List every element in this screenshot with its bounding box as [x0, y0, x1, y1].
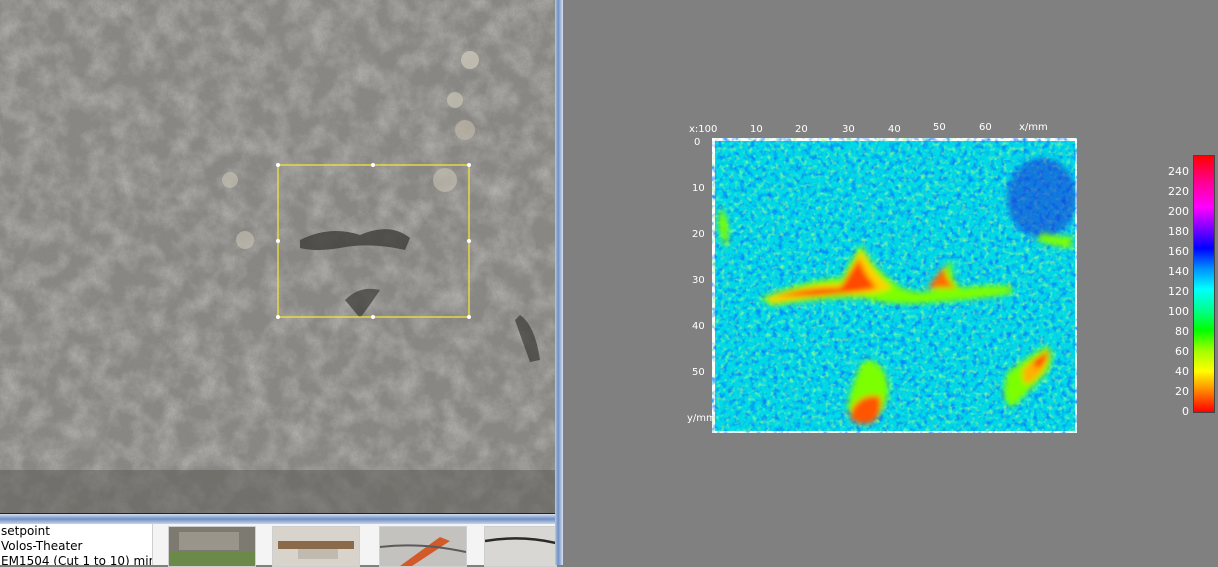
colorbar-tick-80: 80	[1175, 325, 1189, 338]
colorbar-tick-20: 20	[1175, 385, 1189, 398]
wall-photo[interactable]	[0, 0, 556, 514]
y-tick-30: 30	[692, 275, 705, 286]
colorbar-tick-100: 100	[1168, 305, 1189, 318]
thumbnail-2[interactable]	[272, 526, 360, 567]
y-tick-0: 0	[694, 137, 701, 148]
colorbar-tick-60: 60	[1175, 345, 1189, 358]
left-pane: setpoint Volos-Theater EM1504 (Cut 1 to …	[0, 0, 557, 567]
colorbar-tick-120: 120	[1168, 285, 1189, 298]
colorbar-tick-220: 220	[1168, 185, 1189, 198]
heatmap-pane: x:100 10 20 30 40 50 60 x/mm 0 10 20 30 …	[563, 0, 1218, 565]
heatmap-corner-label: x:100	[689, 124, 718, 135]
x-tick-50: 50	[933, 122, 946, 133]
project-list[interactable]: setpoint Volos-Theater EM1504 (Cut 1 to …	[0, 524, 153, 565]
colorbar-tick-0: 0	[1182, 405, 1189, 418]
colorbar-tick-160: 160	[1168, 245, 1189, 258]
horizontal-splitter[interactable]	[0, 514, 555, 524]
colorbar-tick-40: 40	[1175, 365, 1189, 378]
thumbnail-1[interactable]	[168, 526, 256, 567]
thumbnail-3[interactable]	[379, 526, 467, 567]
y-tick-20: 20	[692, 229, 705, 240]
project-item-em1504[interactable]: EM1504 (Cut 1 to 10) min	[0, 554, 152, 565]
thumbnail-4[interactable]	[484, 526, 557, 567]
y-tick-10: 10	[692, 183, 705, 194]
bottom-panel: setpoint Volos-Theater EM1504 (Cut 1 to …	[0, 524, 557, 567]
colorbar-tick-180: 180	[1168, 225, 1189, 238]
x-tick-10: 10	[750, 124, 763, 135]
depth-heatmap[interactable]	[712, 138, 1077, 433]
project-item-volos-theater[interactable]: Volos-Theater	[0, 539, 152, 554]
x-tick-30: 30	[842, 124, 855, 135]
x-unit-label: x/mm	[1019, 122, 1048, 133]
colorbar-tick-140: 140	[1168, 265, 1189, 278]
x-tick-20: 20	[795, 124, 808, 135]
colorbar-tick-240: 240	[1168, 165, 1189, 178]
vertical-splitter[interactable]	[555, 0, 563, 565]
y-tick-50: 50	[692, 367, 705, 378]
y-tick-40: 40	[692, 321, 705, 332]
project-item-setpoint[interactable]: setpoint	[0, 524, 152, 539]
colorbar-tick-200: 200	[1168, 205, 1189, 218]
colorbar	[1193, 155, 1215, 413]
x-tick-60: 60	[979, 122, 992, 133]
x-tick-40: 40	[888, 124, 901, 135]
